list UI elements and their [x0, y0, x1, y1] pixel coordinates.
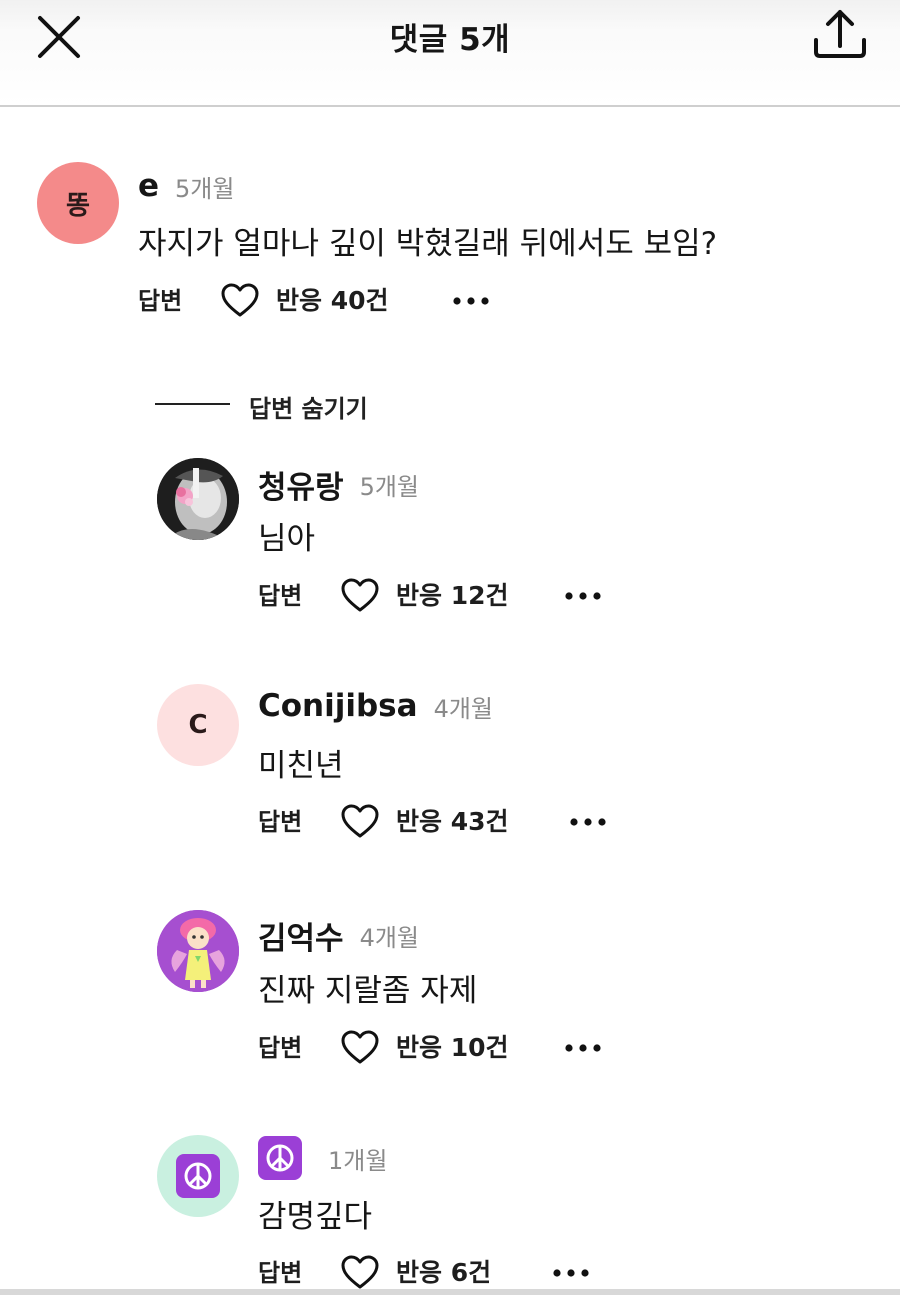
reaction-count[interactable]: 반응 6건 — [396, 1253, 491, 1293]
comment-meta: 1개월 — [258, 1136, 387, 1180]
timestamp: 4개월 — [359, 924, 419, 952]
comment-text: 자지가 얼마나 깊이 박혔길래 뒤에서도 보임? — [138, 226, 718, 262]
comments-header: 댓글 5개 — [0, 0, 900, 107]
avatar[interactable]: C — [157, 684, 239, 766]
comment-text: 감명깊다 — [258, 1199, 373, 1235]
avatar[interactable]: 똥 — [37, 162, 119, 244]
heart-icon[interactable] — [220, 281, 260, 321]
avatar[interactable] — [157, 1135, 239, 1217]
more-options-icon[interactable] — [563, 1028, 603, 1068]
divider-line — [155, 403, 230, 405]
reaction-count[interactable]: 반응 10건 — [396, 1028, 509, 1068]
share-upload-icon[interactable] — [810, 6, 870, 62]
hide-replies-label[interactable]: 답변 숨기기 — [249, 389, 368, 424]
reply-button[interactable]: 답변 — [258, 802, 302, 842]
comment-actions: 답변 반응 43건 — [258, 802, 618, 842]
username[interactable]: 김억수 — [258, 921, 344, 957]
heart-icon[interactable] — [340, 802, 380, 842]
reply-button[interactable]: 답변 — [138, 281, 182, 321]
reply-button[interactable]: 답변 — [258, 1253, 302, 1293]
fairy-character-icon — [157, 910, 239, 992]
username[interactable]: Conijibsa — [258, 688, 418, 724]
timestamp: 1개월 — [328, 1146, 388, 1175]
comment-meta: 김억수 4개월 — [258, 913, 419, 958]
username[interactable]: 청유랑 — [258, 470, 344, 506]
bottom-divider — [0, 1289, 900, 1295]
comment-actions: 답변 반응 40건 — [138, 281, 518, 321]
peace-symbol-icon — [176, 1154, 220, 1198]
reaction-count[interactable]: 반응 40건 — [276, 281, 389, 321]
comment-actions: 답변 반응 10건 — [258, 1028, 608, 1068]
avatar-initial: 똥 — [66, 190, 90, 221]
timestamp: 5개월 — [175, 174, 235, 203]
comment-actions: 답변 반응 12건 — [258, 576, 608, 616]
profile-photo-icon — [157, 458, 239, 540]
comment-text: 님아 — [258, 521, 316, 557]
timestamp: 4개월 — [433, 694, 493, 723]
reaction-count[interactable]: 반응 43건 — [396, 802, 509, 842]
avatar[interactable] — [157, 458, 239, 540]
comments-title: 댓글 5개 — [389, 22, 511, 58]
hide-replies-toggle[interactable]: 답변 숨기기 — [155, 385, 395, 425]
username[interactable]: e — [138, 168, 159, 204]
avatar-initial: C — [188, 710, 208, 740]
heart-icon[interactable] — [340, 1253, 380, 1293]
peace-symbol-icon — [266, 1144, 294, 1172]
heart-icon[interactable] — [340, 1028, 380, 1068]
comment-actions: 답변 반응 6건 — [258, 1253, 598, 1293]
more-options-icon[interactable] — [568, 802, 608, 842]
comment-meta: Conijibsa 4개월 — [258, 688, 493, 724]
heart-icon[interactable] — [340, 576, 380, 616]
more-options-icon[interactable] — [563, 576, 603, 616]
avatar[interactable] — [157, 910, 239, 992]
comment-text: 미친년 — [258, 748, 344, 784]
more-options-icon[interactable] — [551, 1253, 591, 1293]
timestamp: 5개월 — [359, 473, 419, 501]
reaction-count[interactable]: 반응 12건 — [396, 576, 509, 616]
comment-text: 진짜 지랄좀 자제 — [258, 973, 478, 1009]
more-options-icon[interactable] — [451, 281, 491, 321]
reply-button[interactable]: 답변 — [258, 1028, 302, 1068]
username[interactable] — [258, 1136, 302, 1180]
comment-meta: e 5개월 — [138, 168, 234, 204]
comment-meta: 청유랑 5개월 — [258, 462, 419, 507]
reply-button[interactable]: 답변 — [258, 576, 302, 616]
